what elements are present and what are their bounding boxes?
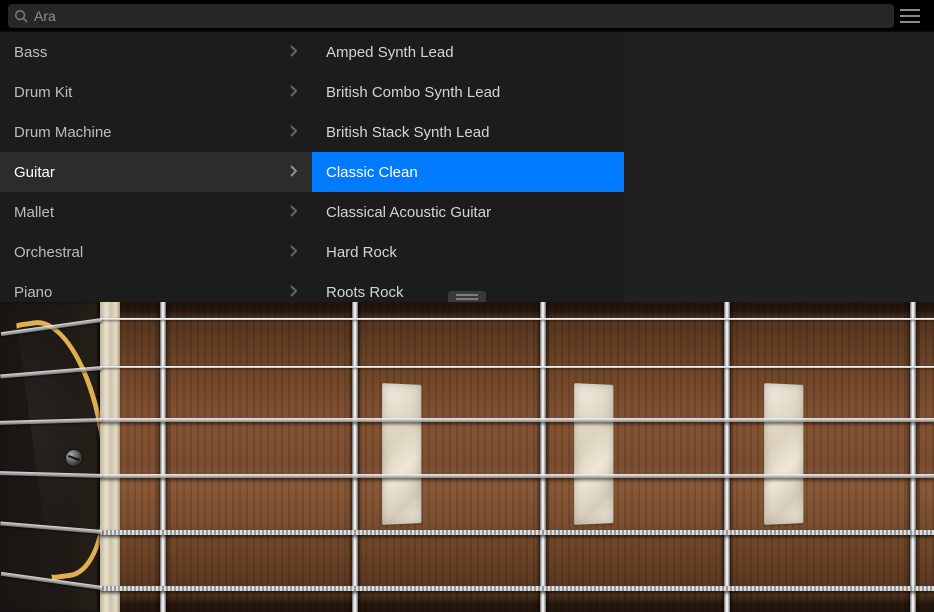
fingerboard[interactable] — [120, 302, 934, 612]
category-label: Piano — [14, 284, 290, 301]
top-bar: Ara — [0, 0, 934, 32]
fret-inlay — [382, 383, 421, 525]
fret-wire — [352, 302, 358, 612]
guitar-string[interactable] — [100, 586, 934, 591]
fret-wire — [540, 302, 546, 612]
preset-item[interactable]: British Combo Synth Lead — [312, 72, 624, 112]
preset-label: Classical Acoustic Guitar — [326, 204, 610, 221]
category-item[interactable]: Mallet — [0, 192, 312, 232]
search-input[interactable]: Ara — [8, 4, 894, 28]
search-icon — [14, 9, 28, 23]
truss-rod-screw — [66, 450, 82, 466]
guitar-string[interactable] — [100, 318, 934, 320]
guitar-string[interactable] — [100, 366, 934, 368]
category-item[interactable]: Guitar — [0, 152, 312, 192]
chevron-right-icon — [290, 124, 298, 141]
chevron-right-icon — [290, 164, 298, 181]
preset-label: British Combo Synth Lead — [326, 84, 610, 101]
category-item[interactable]: Drum Kit — [0, 72, 312, 112]
guitar-string[interactable] — [100, 474, 934, 478]
preset-item[interactable]: Hard Rock — [312, 232, 624, 272]
category-column: Bass Drum Kit Drum Machine Guitar Mallet Orch… — [0, 32, 312, 302]
chevron-right-icon — [290, 244, 298, 261]
chevron-right-icon — [290, 284, 298, 301]
preset-label: Hard Rock — [326, 244, 610, 261]
sound-browser: Bass Drum Kit Drum Machine Guitar Mallet Orch… — [0, 32, 934, 302]
category-item[interactable]: Bass — [0, 32, 312, 72]
search-placeholder: Ara — [34, 8, 56, 24]
menu-icon[interactable] — [894, 9, 926, 23]
preset-item[interactable]: Classical Acoustic Guitar — [312, 192, 624, 232]
category-item[interactable]: Orchestral — [0, 232, 312, 272]
fret-wire — [724, 302, 730, 612]
category-label: Orchestral — [14, 244, 290, 261]
preset-item[interactable]: Classic Clean — [312, 152, 624, 192]
preset-column: Amped Synth Lead British Combo Synth Lead… — [312, 32, 624, 302]
preset-label: British Stack Synth Lead — [326, 124, 610, 141]
drag-handle-icon[interactable] — [448, 291, 486, 302]
fret-wire — [160, 302, 166, 612]
category-item[interactable]: Drum Machine — [0, 112, 312, 152]
category-label: Guitar — [14, 164, 290, 181]
category-label: Bass — [14, 44, 290, 61]
category-item[interactable]: Piano — [0, 272, 312, 302]
chevron-right-icon — [290, 204, 298, 221]
category-label: Drum Kit — [14, 84, 290, 101]
chevron-right-icon — [290, 44, 298, 61]
fret-inlay — [574, 383, 613, 525]
preset-label: Amped Synth Lead — [326, 44, 610, 61]
category-label: Drum Machine — [14, 124, 290, 141]
guitar-fretboard[interactable] — [0, 302, 934, 612]
nut — [100, 302, 120, 612]
guitar-string[interactable] — [100, 530, 934, 535]
fret-inlay — [764, 383, 803, 525]
guitar-string[interactable] — [100, 418, 934, 422]
preset-item[interactable]: Amped Synth Lead — [312, 32, 624, 72]
preset-item[interactable]: British Stack Synth Lead — [312, 112, 624, 152]
fret-wire — [910, 302, 916, 612]
category-label: Mallet — [14, 204, 290, 221]
detail-column — [624, 32, 934, 302]
headstock — [0, 302, 100, 612]
chevron-right-icon — [290, 84, 298, 101]
preset-label: Classic Clean — [326, 164, 610, 181]
